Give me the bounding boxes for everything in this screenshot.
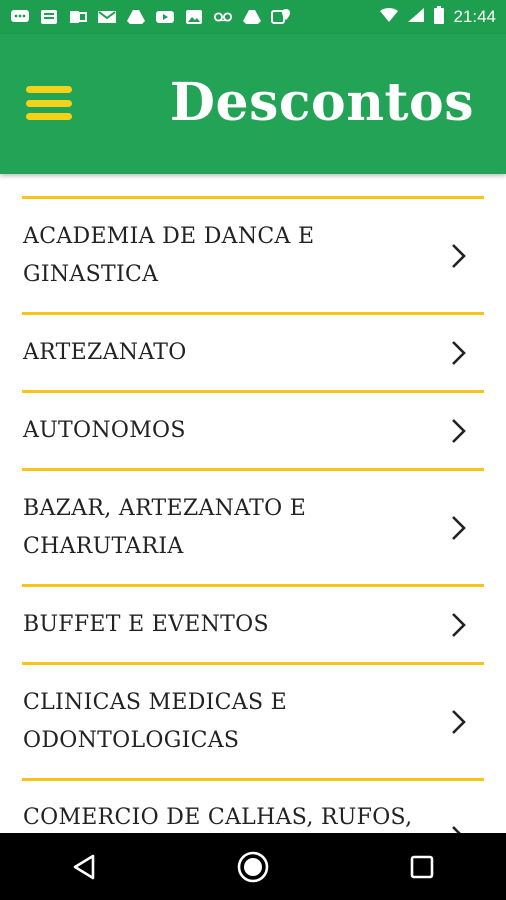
- voicemail-icon: [213, 8, 233, 26]
- category-list: ACADEMIA DE DANCA E GINASTICA ARTEZANATO…: [0, 196, 506, 833]
- clock: 21:44: [453, 7, 496, 26]
- list-item[interactable]: CLINICAS MEDICAS E ODONTOLOGICAS: [22, 665, 484, 778]
- list-item[interactable]: COMERCIO DE CALHAS, RUFOS,: [22, 781, 484, 833]
- back-triangle-icon[interactable]: [64, 847, 104, 887]
- chat-icon: [10, 8, 30, 26]
- chevron-right-icon: [452, 612, 466, 637]
- list-item-label: ACADEMIA DE DANCA E GINASTICA: [23, 223, 315, 287]
- list-item[interactable]: ACADEMIA DE DANCA E GINASTICA: [22, 199, 484, 312]
- list-item-label: BAZAR, ARTEZANATO E CHARUTARIA: [23, 495, 307, 559]
- drive-icon: [126, 8, 146, 26]
- chevron-right-icon: [452, 709, 466, 734]
- list-item-label: AUTONOMOS: [23, 417, 186, 443]
- hamburger-menu-icon[interactable]: [24, 82, 74, 124]
- chevron-right-icon: [452, 418, 466, 443]
- menu-bar-line: [26, 113, 72, 120]
- photos-icon: [184, 8, 204, 26]
- chevron-right-icon: [452, 826, 461, 833]
- page-title: Descontos: [169, 72, 474, 133]
- app-bar: Descontos: [0, 34, 506, 174]
- list-item[interactable]: ARTEZANATO: [22, 315, 484, 390]
- chevron-right-icon: [452, 340, 466, 365]
- location-icon: [271, 8, 291, 26]
- status-right: 21:44: [379, 5, 496, 29]
- battery-icon: [433, 5, 445, 29]
- list-item[interactable]: BUFFET E EVENTOS: [22, 587, 484, 662]
- drive-icon: [242, 8, 262, 26]
- menu-bar-line: [26, 86, 72, 93]
- menu-bar-line: [26, 99, 72, 107]
- chevron-right-icon: [452, 243, 466, 268]
- system-nav-bar: [0, 833, 506, 900]
- gmail-icon: [97, 8, 117, 26]
- wifi-icon: [379, 7, 399, 28]
- status-bar: 21:44: [0, 0, 506, 34]
- office-icon: [68, 8, 88, 26]
- list-item[interactable]: BAZAR, ARTEZANATO E CHARUTARIA: [22, 471, 484, 584]
- recents-square-icon[interactable]: [402, 847, 442, 887]
- news-icon: [39, 8, 59, 26]
- chevron-right-icon: [452, 515, 466, 540]
- list-item[interactable]: AUTONOMOS: [22, 393, 484, 468]
- list-item-label: CLINICAS MEDICAS E ODONTOLOGICAS: [23, 689, 288, 753]
- list-item-label: ARTEZANATO: [23, 339, 187, 365]
- signal-icon: [407, 7, 425, 28]
- youtube-icon: [155, 8, 175, 26]
- home-circle-icon[interactable]: [233, 847, 273, 887]
- list-item-label: COMERCIO DE CALHAS, RUFOS,: [23, 805, 413, 830]
- list-item-label: BUFFET E EVENTOS: [23, 611, 269, 637]
- notification-icons: [10, 8, 291, 26]
